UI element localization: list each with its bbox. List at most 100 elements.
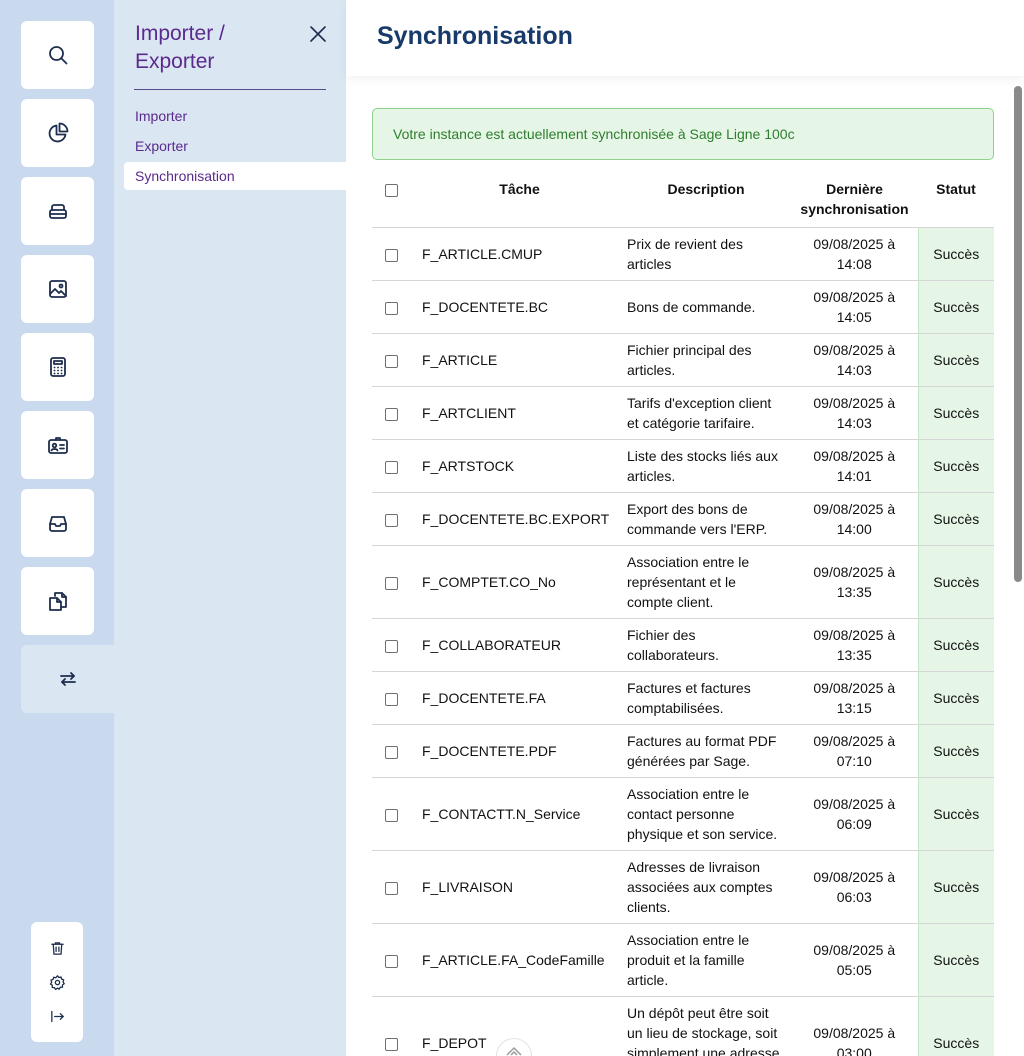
- rail-import-export-button[interactable]: [21, 645, 114, 713]
- last-sync-cell: 09/08/2025 à 14:00: [791, 492, 918, 546]
- settings-button[interactable]: [43, 968, 71, 996]
- rail-calculator-button[interactable]: [21, 333, 94, 401]
- table-row[interactable]: F_COMPTET.CO_No Association entre le repr…: [372, 545, 994, 619]
- table-header-row: Tâche Description Dernière synchronisati…: [372, 170, 994, 228]
- table-row[interactable]: F_DOCENTETE.PDF Factures au format PDF gé…: [372, 724, 994, 778]
- description-cell: Factures et factures comptabilisées.: [621, 671, 791, 725]
- task-cell: F_LIVRAISON: [410, 850, 621, 924]
- description-cell: Liste des stocks liés aux articles.: [621, 439, 791, 493]
- task-cell: F_DOCENTETE.BC: [410, 280, 621, 334]
- row-checkbox[interactable]: [384, 301, 398, 315]
- description-cell: Association entre le produit et la famil…: [621, 923, 791, 997]
- table-row[interactable]: F_DOCENTETE.BC Bons de commande. 09/08/202…: [372, 280, 994, 334]
- rail-search-button[interactable]: [21, 21, 94, 89]
- column-header-task: Tâche: [499, 181, 540, 197]
- rail-media-button[interactable]: [21, 255, 94, 323]
- column-header-description: Description: [667, 181, 745, 197]
- submenu-panel: Importer / Exporter Importer Exporter Sy…: [114, 0, 346, 1056]
- description-cell: Un dépôt peut être soit un lieu de stock…: [621, 996, 791, 1056]
- search-icon: [48, 46, 67, 65]
- submenu-item-importer[interactable]: Importer: [124, 102, 346, 130]
- row-checkbox[interactable]: [384, 576, 398, 590]
- pie-chart-icon: [48, 122, 68, 143]
- row-select-cell: [372, 777, 410, 851]
- last-sync-cell: 09/08/2025 à 07:10: [791, 724, 918, 778]
- row-checkbox[interactable]: [384, 407, 398, 421]
- close-submenu-button[interactable]: [306, 22, 330, 46]
- row-checkbox[interactable]: [384, 692, 398, 706]
- select-all-checkbox[interactable]: [384, 183, 398, 197]
- table-row[interactable]: F_DOCENTETE.FA Factures et factures compt…: [372, 671, 994, 725]
- gear-icon: [49, 974, 65, 990]
- last-sync-cell: 09/08/2025 à 13:35: [791, 545, 918, 619]
- row-select-cell: [372, 545, 410, 619]
- rail-documents-button[interactable]: [21, 567, 94, 635]
- table-row[interactable]: F_ARTSTOCK Liste des stocks liés aux arti…: [372, 439, 994, 493]
- table-row[interactable]: F_ARTICLE.CMUP Prix de revient des articl…: [372, 227, 994, 281]
- close-icon: [310, 26, 326, 42]
- row-checkbox[interactable]: [384, 745, 398, 759]
- last-sync-cell: 09/08/2025 à 14:03: [791, 386, 918, 440]
- last-sync-cell: 09/08/2025 à 14:05: [791, 280, 918, 334]
- task-cell: F_DOCENTETE.PDF: [410, 724, 621, 778]
- description-cell: Prix de revient des articles: [621, 227, 791, 281]
- documents-icon: [48, 592, 67, 611]
- table-row[interactable]: F_DEPOT Un dépôt peut être soit un lieu d…: [372, 996, 994, 1056]
- row-checkbox[interactable]: [384, 639, 398, 653]
- table-row[interactable]: F_ARTICLE Fichier principal des articles.…: [372, 333, 994, 387]
- description-cell: Bons de commande.: [621, 280, 791, 334]
- table-row[interactable]: F_COLLABORATEUR Fichier des collaborateur…: [372, 618, 994, 672]
- row-select-cell: [372, 439, 410, 493]
- task-cell: F_COMPTET.CO_No: [410, 545, 621, 619]
- row-checkbox[interactable]: [384, 954, 398, 968]
- last-sync-cell: 09/08/2025 à 05:05: [791, 923, 918, 997]
- task-cell: F_ARTICLE.CMUP: [410, 227, 621, 281]
- row-checkbox[interactable]: [384, 881, 398, 895]
- status-badge: Succès: [917, 618, 994, 672]
- sync-status-alert: Votre instance est actuellement synchron…: [372, 108, 994, 160]
- table-row[interactable]: F_ARTCLIENT Tarifs d'exception client et …: [372, 386, 994, 440]
- submenu-item-exporter[interactable]: Exporter: [124, 132, 346, 160]
- row-select-cell: [372, 850, 410, 924]
- status-badge: Succès: [917, 227, 994, 281]
- table-row[interactable]: F_ARTICLE.FA_CodeFamille Association entr…: [372, 923, 994, 997]
- page-header: Synchronisation: [346, 0, 1024, 76]
- task-cell: F_DOCENTETE.BC.EXPORT: [410, 492, 621, 546]
- submenu-item-synchronisation[interactable]: Synchronisation: [124, 162, 346, 190]
- status-badge: Succès: [917, 439, 994, 493]
- row-select-cell: [372, 492, 410, 546]
- row-checkbox[interactable]: [384, 354, 398, 368]
- last-sync-cell: 09/08/2025 à 14:01: [791, 439, 918, 493]
- row-checkbox[interactable]: [384, 1037, 398, 1051]
- table-row[interactable]: F_LIVRAISON Adresses de livraison associé…: [372, 850, 994, 924]
- row-checkbox[interactable]: [384, 808, 398, 822]
- description-cell: Association entre le contact personne ph…: [621, 777, 791, 851]
- logout-button[interactable]: [43, 1002, 71, 1030]
- scrollbar-thumb[interactable]: [1014, 86, 1022, 582]
- rail-archive-button[interactable]: [21, 177, 94, 245]
- row-checkbox[interactable]: [384, 248, 398, 262]
- row-select-cell: [372, 923, 410, 997]
- description-cell: Association entre le représentant et le …: [621, 545, 791, 619]
- page-title: Synchronisation: [377, 22, 573, 50]
- column-header-status: Statut: [936, 181, 976, 197]
- status-badge: Succès: [917, 545, 994, 619]
- last-sync-cell: 09/08/2025 à 06:09: [791, 777, 918, 851]
- trash-button[interactable]: [43, 934, 71, 962]
- row-select-cell: [372, 996, 410, 1056]
- task-cell: F_ARTICLE: [410, 333, 621, 387]
- status-badge: Succès: [917, 492, 994, 546]
- rail-inbox-button[interactable]: [21, 489, 94, 557]
- row-checkbox[interactable]: [384, 513, 398, 527]
- rail-contacts-button[interactable]: [21, 411, 94, 479]
- row-select-cell: [372, 386, 410, 440]
- row-checkbox[interactable]: [384, 460, 398, 474]
- table-row[interactable]: F_CONTACTT.N_Service Association entre le…: [372, 777, 994, 851]
- last-sync-cell: 09/08/2025 à 03:00: [791, 996, 918, 1056]
- chevron-up-icon: [506, 1046, 522, 1056]
- table-row[interactable]: F_DOCENTETE.BC.EXPORT Export des bons de …: [372, 492, 994, 546]
- row-select-cell: [372, 618, 410, 672]
- description-cell: Fichier principal des articles.: [621, 333, 791, 387]
- task-cell: F_ARTCLIENT: [410, 386, 621, 440]
- rail-dashboard-button[interactable]: [21, 99, 94, 167]
